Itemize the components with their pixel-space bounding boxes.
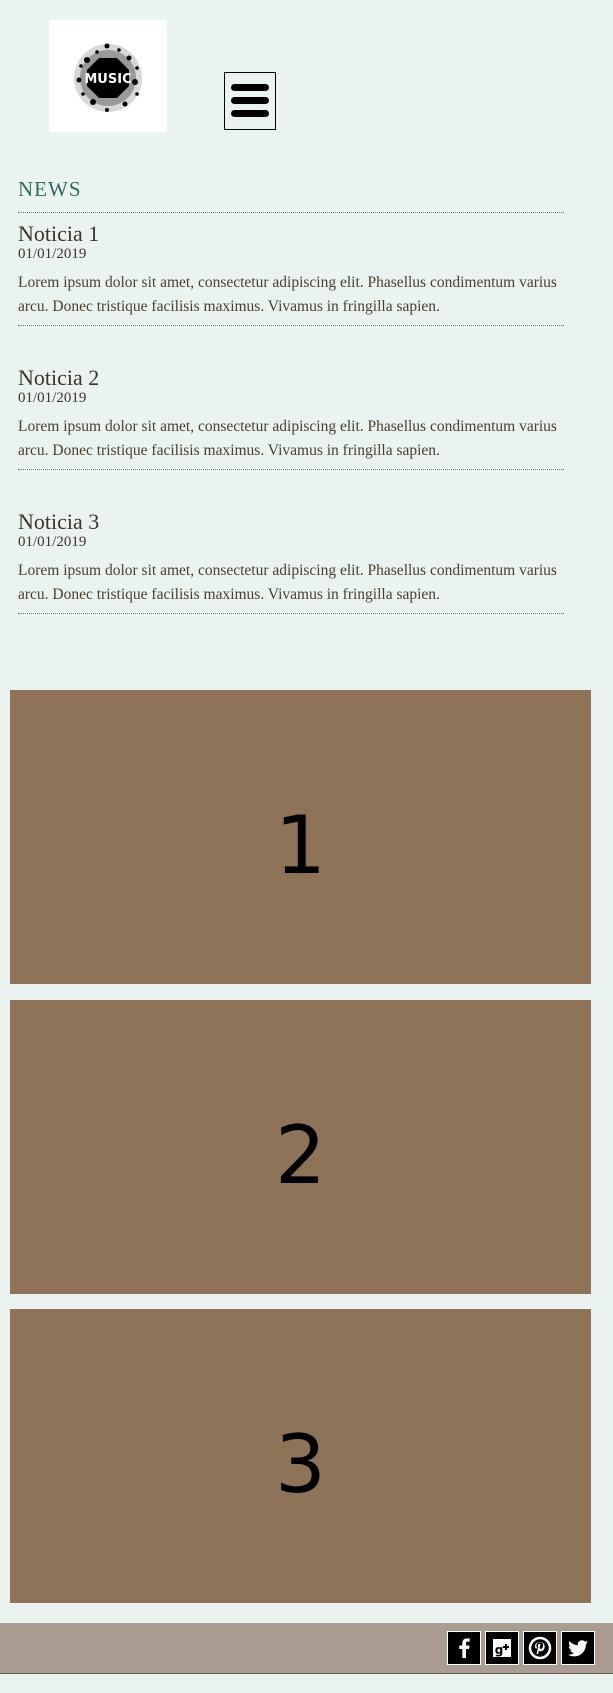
hamburger-menu-icon	[231, 84, 269, 91]
news-body: Lorem ipsum dolor sit amet, consectetur …	[18, 562, 557, 603]
site-logo[interactable]: MUSIC	[49, 20, 167, 132]
news-date: 01/01/2019	[18, 390, 87, 406]
logo-text: MUSIC	[84, 72, 131, 87]
slide-label: 2	[275, 1109, 326, 1202]
news-item: Noticia 2 01/01/2019 Lorem ipsum dolor s…	[18, 365, 564, 470]
svg-text:g: g	[495, 1643, 504, 1657]
news-title[interactable]: Noticia 2	[18, 365, 99, 391]
facebook-link[interactable]	[447, 1631, 481, 1665]
news-title[interactable]: Noticia 3	[18, 509, 99, 535]
slide-label: 3	[275, 1418, 326, 1511]
music-logo-icon: MUSIC	[74, 43, 142, 112]
slide-1[interactable]: 1	[10, 690, 591, 984]
google-plus-icon: g	[493, 1639, 511, 1657]
slide-3[interactable]: 3	[10, 1309, 591, 1603]
news-item: Noticia 1 01/01/2019 Lorem ipsum dolor s…	[18, 221, 564, 326]
twitter-link[interactable]	[561, 1631, 595, 1665]
footer: g	[0, 1623, 613, 1674]
google-plus-link[interactable]: g	[485, 1631, 519, 1665]
news-heading: NEWS	[18, 176, 564, 213]
hamburger-bar	[231, 110, 269, 117]
news-date: 01/01/2019	[18, 246, 87, 262]
menu-toggle-button[interactable]	[224, 72, 276, 130]
news-section: NEWS Noticia 1 01/01/2019 Lorem ipsum do…	[18, 176, 564, 614]
news-date: 01/01/2019	[18, 534, 87, 550]
twitter-icon	[567, 1640, 588, 1657]
slide-2[interactable]: 2	[10, 1000, 591, 1294]
news-body: Lorem ipsum dolor sit amet, consectetur …	[18, 418, 557, 459]
pinterest-link[interactable]	[523, 1631, 557, 1665]
slide-label: 1	[275, 799, 326, 892]
news-item: Noticia 3 01/01/2019 Lorem ipsum dolor s…	[18, 509, 564, 614]
facebook-icon	[459, 1638, 470, 1658]
pinterest-icon	[528, 1636, 552, 1660]
hamburger-bar	[231, 97, 269, 104]
news-body: Lorem ipsum dolor sit amet, consectetur …	[18, 274, 557, 315]
news-title[interactable]: Noticia 1	[18, 221, 99, 247]
